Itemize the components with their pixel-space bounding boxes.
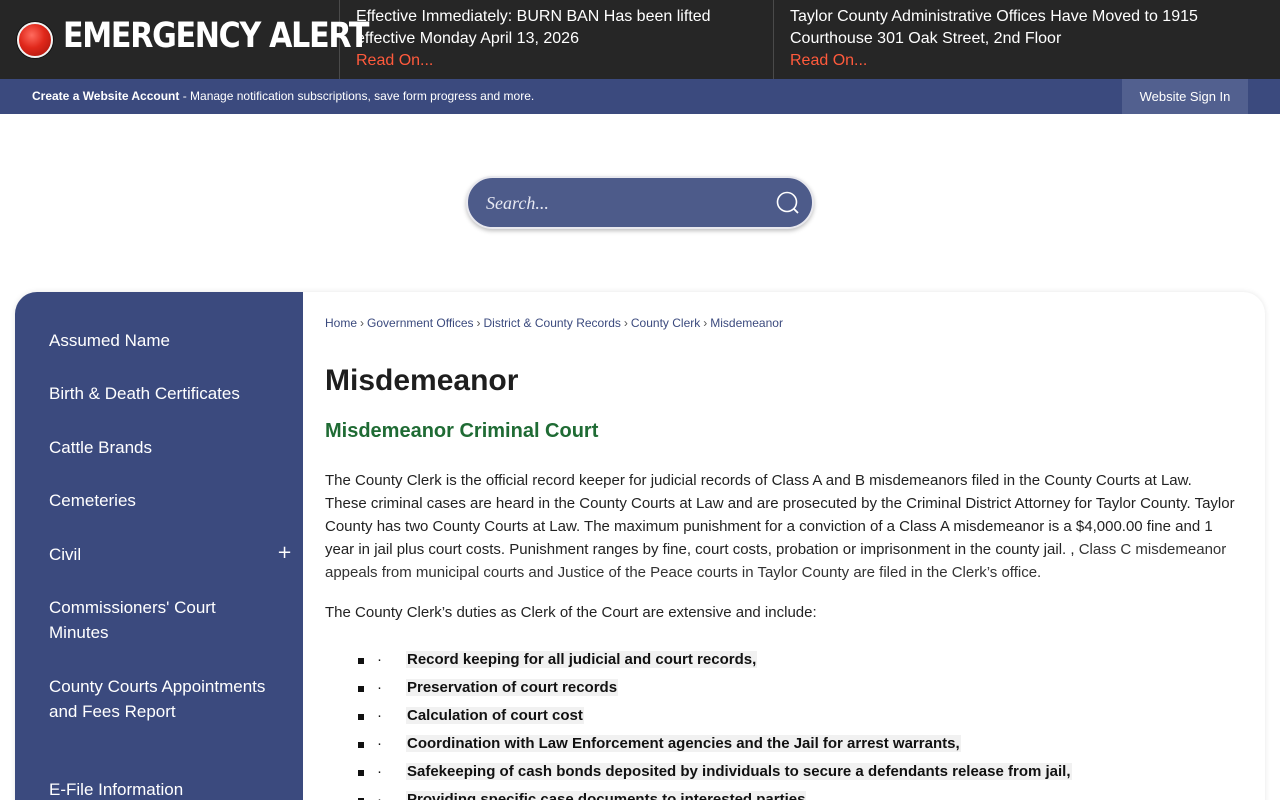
sidebar-item-commissioners-court-minutes[interactable]: Commissioners' Court Minutes [49,595,269,645]
list-item: · Safekeeping of cash bonds deposited by … [325,760,1237,788]
bullet-square-icon [358,714,364,720]
sidebar-item-e-file-information[interactable]: E-File Information [49,777,269,800]
alert-header: EMERGENCY ALERT [0,0,369,79]
sidebar-item-birth-death-certificates[interactable]: Birth & Death Certificates [49,381,269,406]
bullet-square-icon [358,742,364,748]
bullet-dot: · [377,707,382,724]
duty-text: Safekeeping of cash bonds deposited by i… [406,763,1072,780]
breadcrumb-separator: › [703,316,708,330]
alert-item-text: Effective Immediately: BURN BAN Has been… [356,8,711,47]
breadcrumb-separator: › [476,316,481,330]
search-input[interactable] [486,190,766,216]
website-sign-in-button[interactable]: Website Sign In [1122,79,1248,114]
duty-text: Preservation of court records [406,679,619,696]
duty-text: Record keeping for all judicial and cour… [406,651,758,668]
bullet-dot: · [377,735,382,752]
duties-list: · Record keeping for all judicial and cou… [325,648,1237,800]
list-item: · Providing specific case documents to in… [325,788,1237,800]
breadcrumb: Home › Government Offices › District & Count… [325,316,783,330]
duty-text: Coordination with Law Enforcement agenci… [406,735,961,752]
sidebar-item-cattle-brands[interactable]: Cattle Brands [49,435,269,460]
list-item: · Calculation of court cost [325,704,1237,732]
duty-text: Calculation of court cost [406,707,584,724]
duties-intro: The County Clerk’s duties as Clerk of th… [325,604,817,621]
list-item: · Preservation of court records [325,676,1237,704]
breadcrumb-district-county-records[interactable]: District & County Records [484,316,621,330]
breadcrumb-county-clerk[interactable]: County Clerk [631,316,700,330]
sidebar-item-assumed-name[interactable]: Assumed Name [49,328,269,353]
breadcrumb-misdemeanor[interactable]: Misdemeanor [710,316,783,330]
search-box [466,176,814,229]
bullet-square-icon [358,658,364,664]
list-item: · Record keeping for all judicial and cou… [325,648,1237,676]
duty-text: Providing specific case documents to int… [406,791,807,800]
alert-item-text: Taylor County Administrative Offices Hav… [790,8,1198,47]
main-content: Home › Government Offices › District & Count… [325,292,1240,800]
bullet-dot: · [377,763,382,780]
sidebar-nav: Assumed Name Birth & Death Certificates … [15,292,303,800]
account-bar: Create a Website Account - Manage notifi… [0,79,1280,114]
alert-read-on-link[interactable]: Read On... [356,50,756,72]
breadcrumb-government-offices[interactable]: Government Offices [367,316,474,330]
bullet-dot: · [377,679,382,696]
alert-item-office-move: Taylor County Administrative Offices Hav… [790,6,1260,76]
alert-title: EMERGENCY ALERT [63,16,369,56]
alert-item-burn-ban: Effective Immediately: BURN BAN Has been… [356,6,756,76]
sidebar-item-county-courts-appointments[interactable]: County Courts Appointments and Fees Repo… [49,674,269,724]
create-account-link[interactable]: Create a Website Account [32,89,179,103]
sidebar-item-cemeteries[interactable]: Cemeteries [49,488,269,513]
alert-light-icon [17,22,53,58]
account-message: Create a Website Account - Manage notifi… [32,89,534,103]
sidebar-item-civil[interactable]: Civil [49,542,269,567]
section-subtitle: Misdemeanor Criminal Court [325,420,599,442]
breadcrumb-separator: › [360,316,365,330]
bullet-dot: · [377,791,382,800]
expand-plus-icon[interactable]: + [277,542,292,563]
breadcrumb-separator: › [623,316,628,330]
emergency-alert-bar: EMERGENCY ALERT Effective Immediately: B… [0,0,1280,79]
alert-divider [773,0,774,79]
list-item: · Coordination with Law Enforcement agenc… [325,732,1237,760]
alert-read-on-link[interactable]: Read On... [790,50,1260,72]
description-paragraph: The County Clerk is the official record … [325,469,1237,584]
bullet-dot: · [377,651,382,668]
bullet-square-icon [358,686,364,692]
page-title: Misdemeanor [325,364,519,397]
breadcrumb-home[interactable]: Home [325,316,357,330]
bullet-square-icon [358,770,364,776]
search-icon[interactable] [776,191,800,215]
create-account-description: - Manage notification subscriptions, sav… [179,89,535,103]
